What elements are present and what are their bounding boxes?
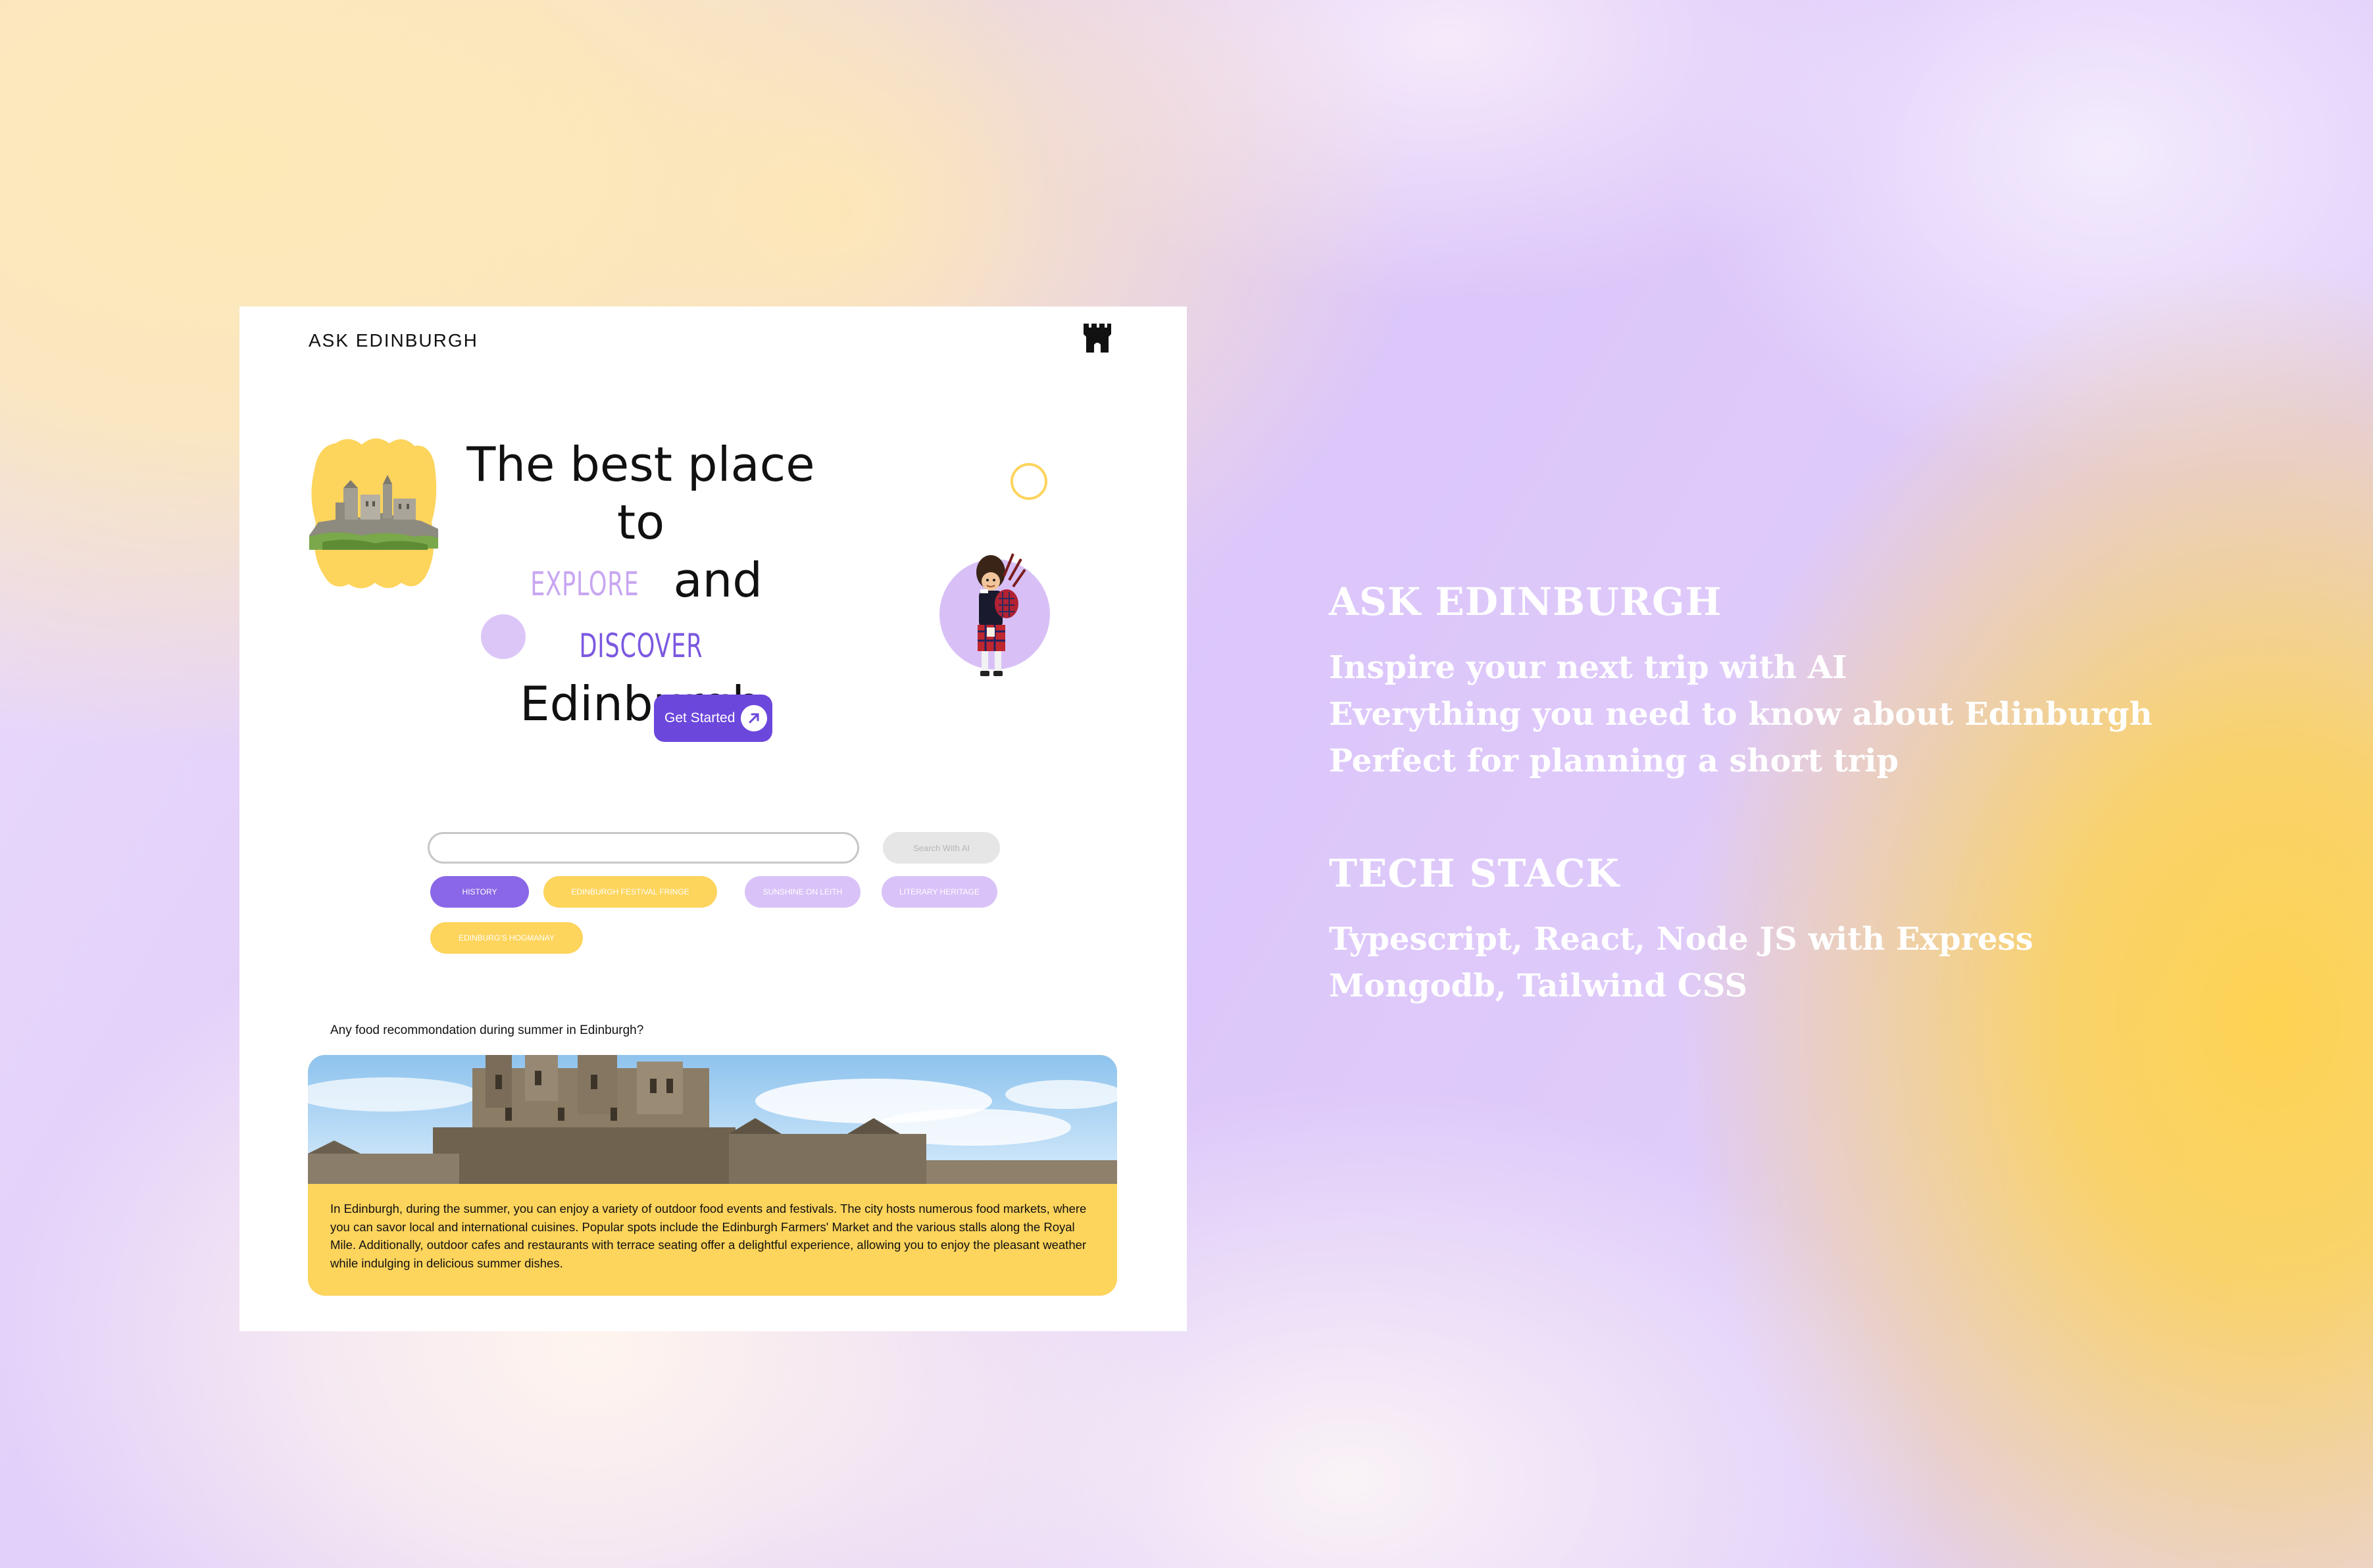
side-title: ASK EDINBURGH xyxy=(1329,579,1722,624)
get-started-label: Get Started xyxy=(664,710,736,725)
hero-word-and: and xyxy=(673,552,763,608)
answer-card: In Edinburgh, during the summer, you can… xyxy=(308,1055,1117,1296)
hero-word-discover: DISCOVER xyxy=(579,627,703,665)
user-question: Any food recommondation during summer in… xyxy=(330,1023,644,1037)
tech-line-2: Mongodb, Tailwind CSS xyxy=(1329,968,1748,1004)
tech-line-1: Typescript, React, Node JS with Express xyxy=(1329,921,2034,958)
answer-text: In Edinburgh, during the summer, you can… xyxy=(330,1202,1087,1270)
hero-line-1: The best place to xyxy=(466,437,815,550)
decorative-ring xyxy=(1011,463,1047,500)
feature-line-3: Perfect for planning a short trip xyxy=(1329,743,1899,779)
project-description: ASK EDINBURGH Inspire your next trip wit… xyxy=(1329,579,2316,1010)
hero-headline: The best place to EXPLORE and DISCOVER E… xyxy=(457,435,825,733)
chip-history[interactable]: HISTORY xyxy=(430,876,529,908)
castle-icon[interactable] xyxy=(1082,321,1112,354)
app-logo[interactable]: ASK EDINBURGH xyxy=(309,330,478,351)
hero-word-explore: EXPLORE xyxy=(530,565,639,603)
decorative-dot xyxy=(481,614,526,659)
tech-stack-title: TECH STACK xyxy=(1329,851,1620,896)
feature-line-2: Everything you need to know about Edinbu… xyxy=(1329,696,2153,733)
arrow-up-right-icon xyxy=(741,705,767,731)
search-input[interactable] xyxy=(428,832,859,864)
chip-edinburgh-festival-fringe[interactable]: EDINBURGH FESTIVAL FRINGE xyxy=(543,876,717,908)
get-started-button[interactable]: Get Started xyxy=(654,695,772,742)
edinburgh-castle-illustration xyxy=(309,438,438,589)
bagpiper-illustration xyxy=(976,553,1026,676)
search-with-ai-button[interactable]: Search With AI xyxy=(883,832,1000,864)
edinburgh-castle-photo xyxy=(308,1055,1117,1184)
feature-line-1: Inspire your next trip with AI xyxy=(1329,649,1847,686)
chip-sunshine-on-leith[interactable]: SUNSHINE ON LEITH xyxy=(745,876,861,908)
tech-stack-list: Typescript, React, Node JS with Express … xyxy=(1329,916,2316,1010)
chip-literary-heritage[interactable]: LITERARY HERITAGE xyxy=(882,876,997,908)
app-mockup: ASK EDINBURGH The best place to EXPLORE … xyxy=(239,306,1187,1331)
feature-list: Inspire your next trip with AI Everythin… xyxy=(1329,645,2316,785)
chip-edinburgs-hogmanay[interactable]: EDINBURG'S HOGMANAY xyxy=(430,922,583,954)
